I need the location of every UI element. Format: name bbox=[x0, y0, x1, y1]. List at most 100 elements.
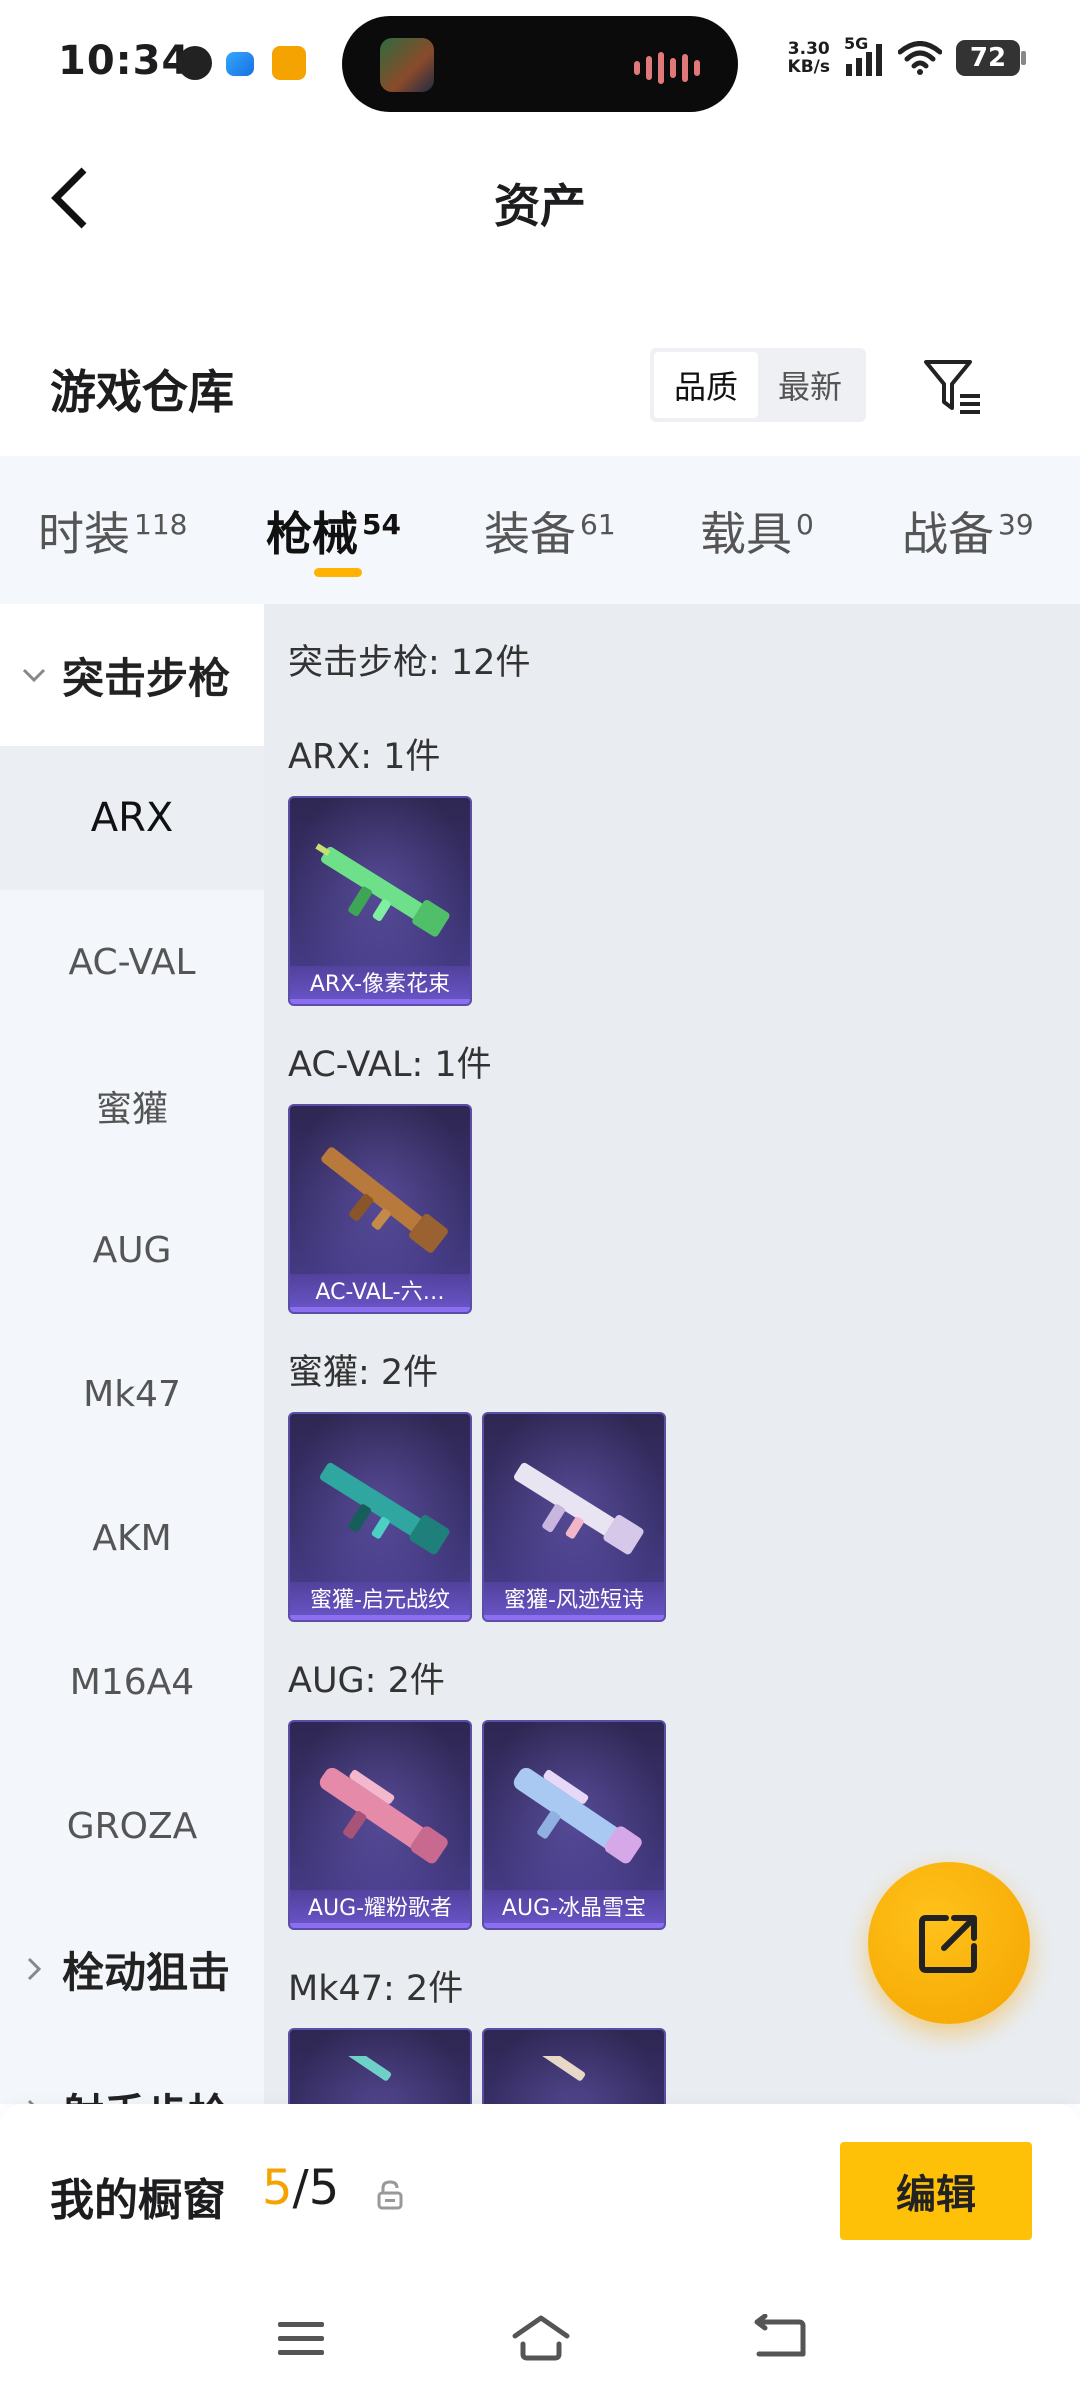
battery-icon: 72 bbox=[956, 40, 1026, 76]
dynamic-island[interactable] bbox=[342, 16, 738, 112]
skin-card[interactable]: AC-VAL-六… bbox=[288, 1104, 472, 1314]
status-bar: 10:34 3.30 KB/s 5G 72 bbox=[0, 0, 1080, 120]
status-indicators: 3.30 KB/s 5G 72 bbox=[788, 36, 1026, 76]
home-icon bbox=[512, 2315, 570, 2361]
group-title-aug: AUG: 2件 bbox=[288, 1661, 445, 1701]
tab-count: 54 bbox=[362, 508, 401, 541]
skin-card[interactable]: ARX-像素花束 bbox=[288, 796, 472, 1006]
showcase-count: 5/5 bbox=[262, 2160, 339, 2216]
back-nav-button[interactable] bbox=[746, 2308, 816, 2368]
sidebar-category-label: 栓动狙击 bbox=[62, 1947, 231, 1997]
skin-card[interactable] bbox=[288, 2028, 472, 2104]
sort-by-quality-button[interactable]: 品质 bbox=[654, 352, 758, 418]
lock-icon bbox=[377, 2180, 403, 2210]
tab-count: 0 bbox=[796, 508, 814, 541]
recents-button[interactable] bbox=[266, 2308, 336, 2368]
wifi-icon bbox=[898, 41, 942, 75]
menu-icon bbox=[278, 2322, 324, 2355]
group-title-honey-badger: 蜜獾: 2件 bbox=[288, 1353, 439, 1393]
tab-fashion[interactable]: 时装 118 bbox=[38, 498, 187, 564]
game-notification-icon bbox=[272, 46, 306, 80]
tab-label: 战备 bbox=[902, 507, 994, 561]
rarity-stripe bbox=[484, 1615, 664, 1620]
network-speed: 3.30 KB/s bbox=[788, 40, 830, 76]
rarity-stripe bbox=[484, 1923, 664, 1928]
warehouse-title: 游戏仓库 bbox=[50, 365, 234, 419]
tab-count: 39 bbox=[998, 508, 1034, 541]
sidebar-category-bolt-action[interactable]: 栓动狙击 bbox=[0, 1898, 264, 2040]
rifle-icon bbox=[321, 1147, 448, 1253]
network-speed-value: 3.30 bbox=[787, 39, 830, 59]
sidebar-item-ac-val[interactable]: AC-VAL bbox=[0, 890, 264, 1034]
share-external-icon bbox=[919, 1915, 977, 1973]
active-tab-indicator bbox=[314, 568, 362, 577]
chevron-down-icon bbox=[20, 661, 48, 689]
tab-label: 装备 bbox=[484, 507, 576, 561]
showcase-bar: 我的橱窗 5/5 编辑 bbox=[0, 2104, 1080, 2284]
sidebar-item-mk47[interactable]: Mk47 bbox=[0, 1322, 264, 1466]
system-nav-bar bbox=[0, 2284, 1080, 2400]
sidebar-item-groza[interactable]: GROZA bbox=[0, 1754, 264, 1898]
tab-count: 61 bbox=[580, 508, 616, 541]
back-arrow-icon bbox=[754, 2314, 806, 2357]
skin-card[interactable]: 蜜獾-风迹短诗 bbox=[482, 1412, 666, 1622]
home-button[interactable] bbox=[506, 2308, 576, 2368]
rarity-stripe bbox=[290, 1923, 470, 1928]
status-time: 10:34 bbox=[58, 38, 191, 84]
category-summary: 突击步枪: 12件 bbox=[288, 643, 531, 683]
globe-icon bbox=[178, 46, 212, 80]
showcase-separator: / bbox=[292, 2160, 309, 2216]
filter-list-icon bbox=[924, 360, 980, 414]
rifle-icon bbox=[319, 1767, 448, 1864]
rarity-stripe bbox=[290, 1307, 470, 1312]
tab-count: 118 bbox=[134, 508, 188, 541]
sidebar-item-akm[interactable]: AKM bbox=[0, 1466, 264, 1610]
rarity-stripe bbox=[290, 999, 470, 1004]
group-title-ac-val: AC-VAL: 1件 bbox=[288, 1045, 492, 1085]
weapon-sidebar: 突击步枪 ARX AC-VAL 蜜獾 AUG Mk47 AKM M16A4 GR… bbox=[0, 604, 264, 2139]
tab-equipment[interactable]: 装备 61 bbox=[484, 498, 616, 564]
skin-card[interactable] bbox=[482, 2028, 666, 2104]
page-title: 资产 bbox=[494, 179, 586, 233]
sidebar-item-aug[interactable]: AUG bbox=[0, 1178, 264, 1322]
rifle-icon bbox=[338, 2056, 392, 2081]
sidebar-item-honey-badger[interactable]: 蜜獾 bbox=[0, 1034, 264, 1178]
rifle-icon bbox=[320, 1462, 450, 1555]
share-button[interactable] bbox=[868, 1862, 1030, 2024]
rifle-icon bbox=[514, 1462, 644, 1555]
tab-vehicles[interactable]: 载具 0 bbox=[700, 498, 814, 564]
tab-label: 载具 bbox=[700, 507, 792, 561]
skin-card[interactable]: AUG-耀粉歌者 bbox=[288, 1720, 472, 1930]
showcase-total: 5 bbox=[308, 2160, 340, 2216]
tab-firearms[interactable]: 枪械 54 bbox=[266, 498, 401, 564]
showcase-current: 5 bbox=[262, 2160, 293, 2216]
now-playing-thumbnail bbox=[380, 38, 434, 92]
signal-icon: 5G bbox=[844, 36, 884, 76]
edit-button[interactable]: 编辑 bbox=[840, 2142, 1032, 2240]
audio-wave-icon bbox=[634, 52, 700, 84]
sort-toggle: 品质 最新 bbox=[650, 348, 866, 422]
skin-card[interactable]: AUG-冰晶雪宝 bbox=[482, 1720, 666, 1930]
tab-combat-gear[interactable]: 战备 39 bbox=[902, 498, 1034, 564]
group-title-arx: ARX: 1件 bbox=[288, 737, 441, 777]
network-speed-unit: KB/s bbox=[787, 57, 830, 77]
showcase-label: 我的橱窗 bbox=[50, 2175, 226, 2226]
tab-label: 时装 bbox=[38, 507, 130, 561]
skin-card[interactable]: 蜜獾-启元战纹 bbox=[288, 1412, 472, 1622]
filter-button[interactable] bbox=[922, 356, 984, 418]
chevron-right-icon bbox=[20, 1955, 48, 1983]
sort-by-newest-button[interactable]: 最新 bbox=[758, 352, 862, 418]
rifle-icon bbox=[532, 2056, 586, 2081]
category-tabs: 时装 118 枪械 54 装备 61 载具 0 战备 39 bbox=[0, 456, 1080, 604]
rifle-icon bbox=[315, 843, 450, 937]
app-notification-icon bbox=[226, 52, 254, 76]
page-header: 资产 bbox=[0, 120, 1080, 270]
group-title-mk47: Mk47: 2件 bbox=[288, 1969, 464, 2009]
sidebar-item-arx[interactable]: ARX bbox=[0, 746, 264, 890]
assets-page: 10:34 3.30 KB/s 5G 72 资产 游戏仓库 品质 最新 时装 1… bbox=[0, 0, 1080, 2400]
sidebar-item-m16a4[interactable]: M16A4 bbox=[0, 1610, 264, 1754]
rifle-icon bbox=[513, 1767, 642, 1864]
tab-label: 枪械 bbox=[266, 507, 358, 561]
sidebar-category-assault-rifles[interactable]: 突击步枪 bbox=[0, 604, 264, 746]
rarity-stripe bbox=[290, 1615, 470, 1620]
